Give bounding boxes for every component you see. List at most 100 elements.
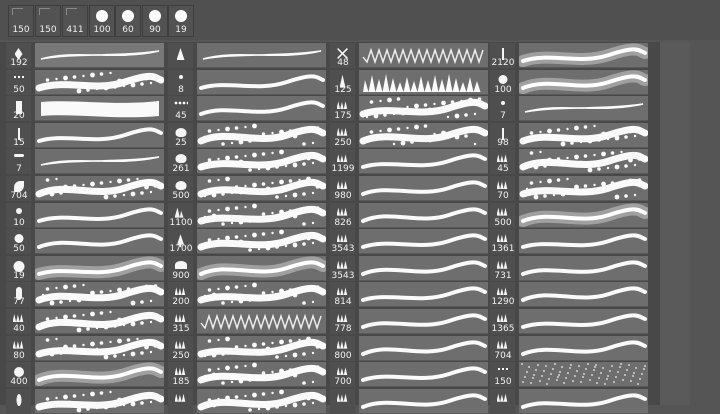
brush-preset[interactable]: 40: [4, 308, 164, 334]
brush-preset[interactable]: 98: [488, 122, 648, 148]
stroke-preview: [359, 123, 488, 146]
brush-preset[interactable]: 1290: [488, 281, 648, 308]
brush-size-label: 48: [337, 58, 349, 68]
brush-preset[interactable]: 250: [166, 335, 326, 361]
stroke-preview: [197, 203, 326, 226]
brush-preset[interactable]: 2120: [488, 42, 648, 68]
brush-preset[interactable]: [328, 388, 488, 414]
brush-preset[interactable]: 125: [328, 69, 488, 95]
brush-preset[interactable]: [4, 388, 164, 414]
stroke-preview: [35, 256, 164, 280]
brush-preset[interactable]: 778: [328, 308, 488, 334]
brush-size-label: 60: [122, 25, 134, 35]
top-brush-preset[interactable]: 60: [115, 5, 141, 37]
brush-size-label: 411: [66, 25, 84, 35]
brush-size-label: 80: [13, 350, 25, 361]
brush-preset[interactable]: 3543: [328, 255, 488, 281]
brush-size-label: 814: [334, 297, 352, 308]
top-brush-preset[interactable]: 150: [35, 5, 61, 37]
brush-preset[interactable]: 7: [4, 148, 164, 175]
brush-preset[interactable]: 1100: [166, 202, 326, 228]
circle-icon: [498, 74, 507, 84]
brush-preset[interactable]: 77: [4, 281, 164, 308]
stroke-preview-panel: [197, 176, 326, 201]
top-brush-preset[interactable]: 411: [62, 5, 88, 37]
brush-preset[interactable]: 19: [4, 255, 164, 281]
brush-preset[interactable]: 1199: [328, 148, 488, 175]
brush-preset[interactable]: 980: [328, 175, 488, 201]
brush-preset[interactable]: 150: [488, 361, 648, 388]
stroke-preview-panel: [35, 43, 164, 68]
brush-preset[interactable]: [166, 42, 326, 68]
brush-preset[interactable]: 45: [488, 148, 648, 175]
stroke-preview: [197, 123, 326, 146]
brush-size-label: 200: [172, 297, 190, 308]
stroke-preview: [40, 156, 160, 167]
brush-preset[interactable]: 175: [328, 95, 488, 122]
grid-scrollbar[interactable]: [660, 42, 690, 405]
stroke-preview: [197, 282, 326, 306]
brush-preset[interactable]: 192: [4, 42, 164, 68]
brush-preset[interactable]: 1361: [488, 228, 648, 255]
brush-preset[interactable]: 70: [488, 175, 648, 201]
grass-icon: [496, 207, 508, 216]
brush-preset[interactable]: 80: [4, 335, 164, 361]
stroke-preview-panel: [359, 309, 488, 334]
brush-preset[interactable]: 261: [166, 148, 326, 175]
brush-preset[interactable]: 704: [488, 335, 648, 361]
brush-preset[interactable]: 20: [4, 95, 164, 122]
stroke-preview: [521, 313, 647, 329]
brush-preset[interactable]: [488, 388, 648, 414]
grass-icon: [496, 181, 508, 189]
top-brush-preset[interactable]: 19: [168, 5, 194, 37]
brush-preset[interactable]: 50: [4, 228, 164, 255]
brush-preset[interactable]: 45: [166, 95, 326, 122]
brush-preset[interactable]: 15: [4, 122, 164, 148]
stroke-preview-panel: [359, 229, 488, 255]
brush-preset[interactable]: 50: [4, 69, 164, 95]
brush-size-label: 70: [497, 191, 509, 201]
brush-preset[interactable]: 400: [4, 361, 164, 388]
top-brush-preset[interactable]: 150: [8, 5, 34, 37]
stroke-preview: [521, 363, 646, 386]
brush-preset[interactable]: 900: [166, 255, 326, 281]
top-brush-preset[interactable]: 90: [142, 5, 168, 37]
brush-preset[interactable]: [166, 388, 326, 414]
brush-preset[interactable]: 8: [166, 69, 326, 95]
brush-preset[interactable]: 315: [166, 308, 326, 334]
grass-icon: [174, 340, 186, 349]
brush-preset[interactable]: 500: [166, 175, 326, 201]
brush-preset[interactable]: 200: [166, 281, 326, 308]
top-brush-preset[interactable]: 100: [89, 5, 115, 37]
grass-icon: [174, 393, 186, 402]
brush-size-label: 175: [334, 111, 352, 122]
brush-preset[interactable]: 1700: [166, 228, 326, 255]
brush-preset[interactable]: 826: [328, 202, 488, 228]
stroke-preview-panel: [35, 309, 164, 334]
brush-preset[interactable]: 48: [328, 42, 488, 68]
brush-preset[interactable]: 10: [4, 202, 164, 228]
brush-preset[interactable]: 700: [328, 361, 488, 388]
brush-preset[interactable]: 800: [328, 335, 488, 361]
brush-size-label: 1361: [491, 244, 515, 255]
brush-preset[interactable]: 3543: [328, 228, 488, 255]
brush-preset[interactable]: 7: [488, 95, 648, 122]
stroke-preview: [521, 340, 647, 356]
brush-preset[interactable]: 185: [166, 361, 326, 388]
brush-preset[interactable]: 250: [328, 122, 488, 148]
stroke-preview: [361, 393, 487, 409]
stroke-preview-panel: [35, 69, 164, 95]
brush-preset[interactable]: 814: [328, 281, 488, 308]
stroke-preview-panel: [197, 388, 326, 414]
brush-preset[interactable]: 704: [4, 175, 164, 201]
brush-preset[interactable]: 1365: [488, 308, 648, 334]
brush-size-label: 700: [334, 377, 352, 388]
brush-preset[interactable]: 100: [488, 69, 648, 95]
brush-preset-toolbar: 150 150 411 100 60 90 19: [0, 0, 720, 40]
brush-preset[interactable]: 731: [488, 255, 648, 281]
brush-preset[interactable]: 500: [488, 202, 648, 228]
brush-preset[interactable]: 25: [166, 122, 326, 148]
brush-size-label: 19: [175, 25, 187, 35]
stroke-preview-panel: [35, 335, 164, 361]
stroke-preview-panel: [35, 282, 164, 308]
